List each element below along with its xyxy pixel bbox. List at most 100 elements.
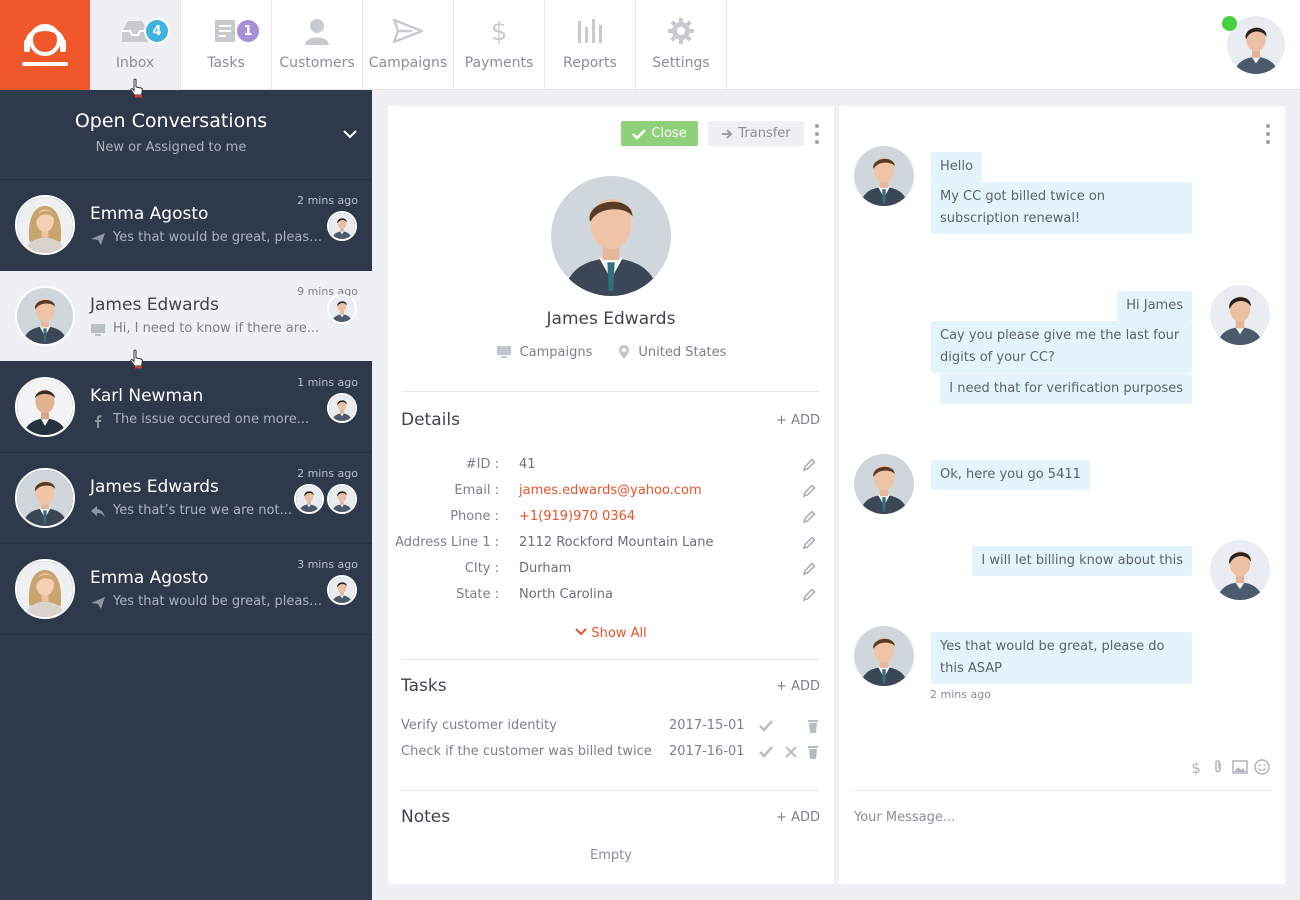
detail-value: Durham [519, 561, 572, 576]
agent-avatar [1210, 285, 1270, 345]
emoji-icon[interactable] [1254, 759, 1270, 775]
detail-value: 41 [519, 457, 536, 472]
conversation-time: 1 mins ago [297, 376, 358, 389]
conversation-time: 3 mins ago [297, 558, 358, 571]
edit-pencil-icon[interactable] [802, 562, 816, 576]
nav-label: Tasks [207, 55, 245, 71]
svg-text:$: $ [1191, 759, 1201, 775]
nav-item-inbox[interactable]: 4 Inbox [90, 0, 181, 90]
avatar [15, 468, 75, 528]
nav-item-reports[interactable]: Reports [545, 0, 636, 90]
conversation-preview: Yes that would be great, please... [113, 594, 323, 609]
more-options-icon[interactable] [814, 124, 820, 144]
add-task-button[interactable]: + ADD [776, 679, 820, 694]
customer-avatar [854, 146, 914, 206]
trash-icon[interactable] [805, 744, 821, 760]
nav-item-customers[interactable]: Customers [272, 0, 363, 90]
conversations-header[interactable]: Open Conversations New or Assigned to me [0, 90, 372, 180]
divider [402, 391, 819, 392]
task-row: Verify customer identity 2017-15-01 [401, 718, 821, 738]
edit-pencil-icon[interactable] [802, 588, 816, 602]
task-date: 2017-16-01 [669, 744, 745, 759]
arrow-right-icon [722, 128, 733, 139]
trash-icon[interactable] [805, 718, 821, 734]
image-icon[interactable] [1232, 759, 1248, 775]
more-options-icon[interactable] [1265, 124, 1271, 144]
detail-row: Email : james.edwards@yahoo.com [388, 483, 834, 503]
payment-request-icon[interactable]: $ [1188, 759, 1204, 777]
send-icon [90, 231, 106, 245]
assigned-agent-avatar [327, 575, 357, 605]
edit-pencil-icon[interactable] [802, 510, 816, 524]
notes-empty-text: Empty [590, 848, 632, 863]
detail-row: #ID : 41 [388, 457, 834, 477]
detail-label: State : [456, 587, 499, 602]
email-link[interactable]: james.edwards@yahoo.com [519, 483, 702, 498]
assigned-agent-avatar [294, 484, 324, 514]
send-icon [90, 595, 106, 609]
nav-label: Inbox [115, 55, 155, 71]
show-all-link[interactable]: Show All [388, 626, 834, 641]
edit-pencil-icon[interactable] [802, 458, 816, 472]
tasks-badge: 1 [235, 18, 261, 44]
conversations-filter-subtitle: New or Assigned to me [95, 140, 247, 155]
detail-value: North Carolina [519, 587, 613, 602]
close-label: Close [651, 126, 687, 141]
headset-logo-icon [22, 24, 68, 66]
conversation-name: James Edwards [90, 295, 219, 315]
edit-pencil-icon[interactable] [802, 536, 816, 550]
detail-row: Address Line 1 : 2112 Rockford Mountain … [388, 535, 834, 555]
assigned-agent-avatar [327, 294, 357, 324]
chevron-down-icon[interactable] [342, 126, 358, 142]
conversation-name: Karl Newman [90, 386, 204, 406]
detail-label: CIty : [464, 561, 499, 576]
conversation-item[interactable]: James Edwards Hi, I need to know if ther… [0, 271, 372, 362]
conversation-item[interactable]: Emma Agosto Yes that would be great, ple… [0, 180, 372, 271]
nav-item-campaigns[interactable]: Campaigns [363, 0, 454, 90]
chevron-down-icon [575, 628, 587, 636]
nav-item-settings[interactable]: Settings [636, 0, 727, 90]
conversation-time: 2 mins ago [297, 467, 358, 480]
phone-link[interactable]: +1(919)970 0364 [519, 509, 635, 524]
notes-title: Notes [401, 807, 451, 827]
top-navigation-bar: 4 Inbox 1 Tasks Customers Campaigns $ Pa… [0, 0, 1300, 90]
avatar [15, 559, 75, 619]
message-bubble: Hi James [1117, 291, 1192, 321]
divider [402, 790, 819, 791]
detail-row: CIty : Durham [388, 561, 834, 581]
attachment-icon[interactable] [1210, 759, 1226, 775]
conversation-preview: Yes that would be great, please... [113, 230, 323, 245]
conversation-item[interactable]: Emma Agosto Yes that would be great, ple… [0, 544, 372, 635]
main-nav: 4 Inbox 1 Tasks Customers Campaigns $ Pa… [90, 0, 727, 90]
compose-toolbar: $ [1188, 759, 1270, 777]
message-bubble: Yes that would be great, please do this … [931, 632, 1192, 684]
avatar [15, 195, 75, 255]
check-icon[interactable] [758, 744, 774, 760]
customer-source: Campaigns [519, 344, 593, 360]
conversation-item[interactable]: Karl Newman The issue occured one more..… [0, 362, 372, 453]
transfer-label: Transfer [738, 126, 791, 141]
app-logo[interactable] [0, 0, 90, 90]
settings-icon [664, 14, 698, 48]
message-input[interactable] [854, 806, 1270, 828]
conversations-title: Open Conversations [74, 110, 268, 132]
nav-label: Reports [563, 55, 617, 71]
close-icon[interactable] [783, 744, 799, 760]
location-pin-icon [619, 345, 630, 359]
detail-label: Address Line 1 : [395, 535, 499, 550]
message-bubble: I will let billing know about this [972, 546, 1192, 576]
close-conversation-button[interactable]: Close [621, 121, 698, 146]
edit-pencil-icon[interactable] [802, 484, 816, 498]
check-icon[interactable] [758, 718, 774, 734]
add-detail-button[interactable]: + ADD [776, 413, 820, 428]
conversation-item[interactable]: James Edwards Yes that’s true we are not… [0, 453, 372, 544]
transfer-button[interactable]: Transfer [708, 121, 804, 146]
message-bubble: Ok, here you go 5411 [931, 460, 1090, 490]
nav-item-payments[interactable]: $ Payments [454, 0, 545, 90]
add-note-button[interactable]: + ADD [776, 810, 820, 825]
nav-item-tasks[interactable]: 1 Tasks [181, 0, 272, 90]
payments-icon: $ [482, 14, 516, 48]
customer-meta: Campaigns United States [388, 344, 834, 360]
conversation-name: Emma Agosto [90, 568, 209, 588]
message-bubble: My CC got billed twice on subscription r… [931, 182, 1192, 234]
